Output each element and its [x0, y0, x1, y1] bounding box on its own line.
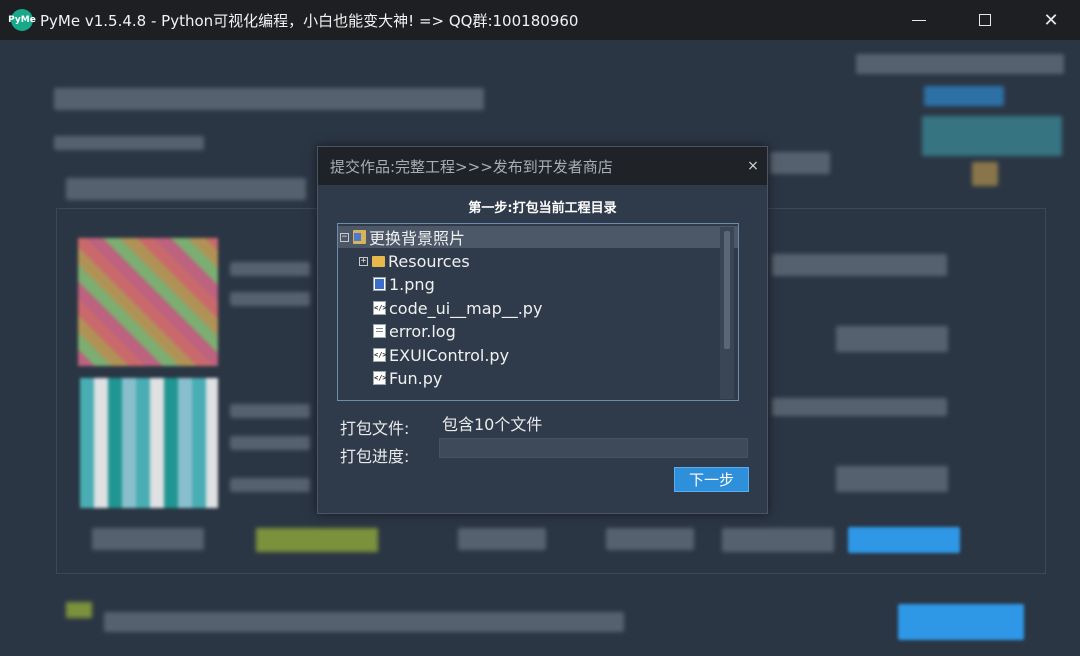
blurred-icon: [66, 602, 92, 618]
blurred-badge: [924, 86, 1004, 106]
blurred-primary-button: [848, 527, 960, 553]
blurred-button: [722, 528, 834, 552]
blurred-text: [772, 398, 947, 416]
tree-scrollbar[interactable]: [720, 227, 734, 399]
maximize-icon: [979, 14, 991, 26]
tree-item-resources[interactable]: + Resources: [338, 250, 470, 272]
python-file-icon: </>: [373, 348, 387, 362]
tree-item-label: Fun.py: [389, 368, 443, 388]
blurred-text: [606, 528, 694, 550]
blurred-heading: [54, 88, 484, 110]
tree-item-file[interactable]: </> Fun.py: [338, 367, 442, 389]
blurred-thumbnail-image: [78, 238, 218, 366]
blurred-button: [836, 466, 948, 492]
blurred-avatar: [922, 116, 1062, 156]
pyme-logo-icon: PyMe: [8, 9, 36, 31]
maximize-button[interactable]: [952, 0, 1018, 40]
minimize-button[interactable]: [886, 0, 952, 40]
window-title: PyMe v1.5.4.8 - Python可视化编程，小白也能变大神! => …: [40, 12, 579, 30]
pack-files-value: 包含10个文件: [442, 415, 543, 434]
tree-item-label: 1.png: [389, 274, 435, 294]
image-file-icon: [373, 277, 386, 291]
blurred-text: [230, 478, 310, 492]
project-folder-icon: [353, 230, 366, 244]
close-window-button[interactable]: ✕: [1018, 0, 1080, 40]
blurred-icon: [972, 162, 998, 186]
tree-item-file[interactable]: </> EXUIControl.py: [338, 344, 509, 366]
dialog-close-button[interactable]: ×: [746, 159, 760, 173]
tree-item-file[interactable]: </> code_ui__map__.py: [338, 297, 542, 319]
step-title: 第一步:打包当前工程目录: [468, 201, 617, 216]
blurred-button: [836, 326, 948, 352]
project-file-tree[interactable]: − 更换背景照片 + Resources 1.png </> code_ui__…: [337, 223, 739, 401]
next-step-button[interactable]: 下一步: [674, 467, 749, 492]
tree-item-file[interactable]: error.log: [338, 320, 456, 342]
scrollbar-thumb[interactable]: [724, 231, 730, 349]
tree-item-label: Resources: [388, 251, 470, 271]
blurred-text: [230, 436, 310, 450]
blurred-text: [66, 178, 306, 200]
blurred-text: [770, 152, 830, 174]
blurred-primary-button: [898, 604, 1024, 640]
blurred-text: [772, 254, 947, 276]
blurred-text: [230, 292, 310, 306]
tree-item-label: 更换背景照片: [369, 229, 466, 248]
blurred-footer-text: [104, 612, 624, 632]
tree-item-label: code_ui__map__.py: [389, 298, 543, 318]
minimize-icon: [912, 19, 926, 21]
blurred-text: [54, 136, 204, 150]
publish-dialog: 提交作品:完整工程>>>发布到开发者商店 × 第一步:打包当前工程目录 − 更换…: [317, 146, 768, 514]
dialog-title: 提交作品:完整工程>>>发布到开发者商店: [330, 158, 613, 176]
blurred-user-info: [856, 54, 1064, 74]
expand-icon[interactable]: +: [359, 256, 368, 266]
close-icon: ✕: [1043, 9, 1059, 31]
python-file-icon: </>: [373, 301, 387, 315]
blurred-tag: [256, 528, 378, 552]
pack-progress-label: 打包进度:: [340, 447, 410, 466]
blurred-text: [230, 262, 310, 276]
tree-item-label: EXUIControl.py: [389, 345, 510, 365]
blurred-thumbnail-image: [80, 378, 218, 508]
blurred-text: [230, 404, 310, 418]
python-file-icon: </>: [373, 371, 387, 385]
window-titlebar: PyMe PyMe v1.5.4.8 - Python可视化编程，小白也能变大神…: [0, 0, 1080, 40]
dialog-header: 提交作品:完整工程>>>发布到开发者商店 ×: [318, 147, 767, 185]
blurred-text: [92, 528, 204, 550]
tree-item-file[interactable]: 1.png: [338, 273, 435, 295]
collapse-icon[interactable]: −: [340, 232, 349, 242]
folder-icon: [372, 255, 385, 267]
text-file-icon: [373, 324, 386, 338]
pack-progress-bar: [439, 438, 748, 458]
pack-files-label: 打包文件:: [340, 419, 410, 438]
tree-item-label: error.log: [389, 321, 456, 341]
tree-item-project-root[interactable]: − 更换背景照片: [338, 226, 738, 248]
blurred-text: [458, 528, 546, 550]
